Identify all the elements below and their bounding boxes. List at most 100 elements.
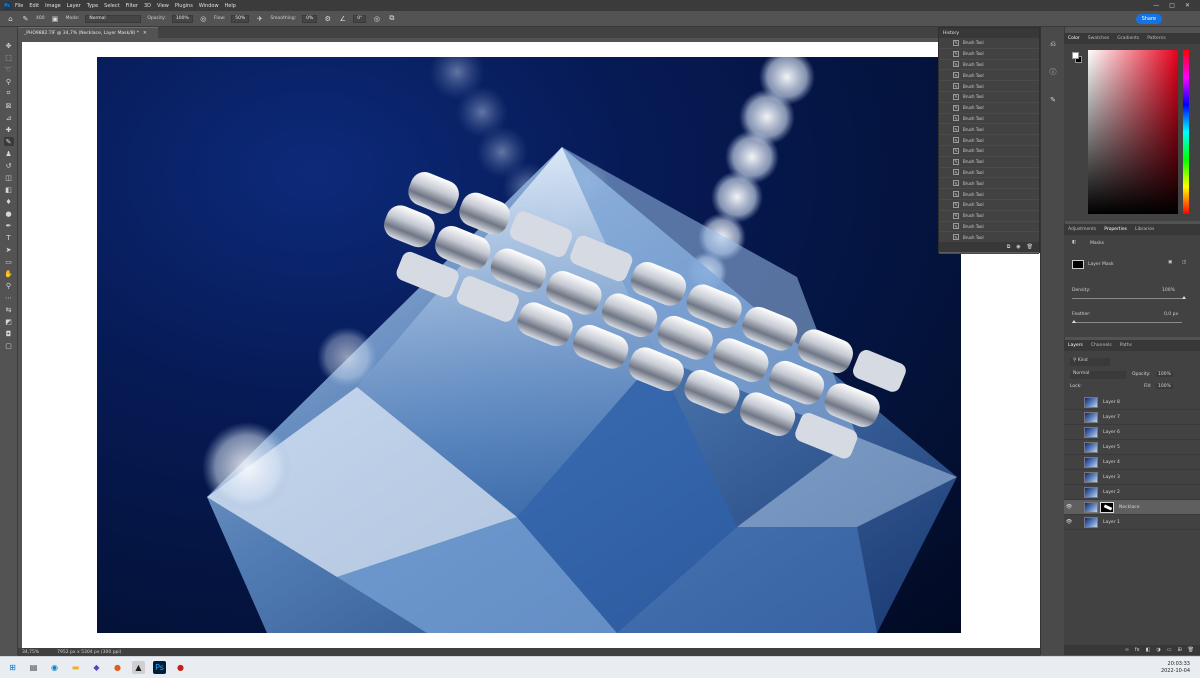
edge-browser-icon[interactable]: ◉: [48, 661, 61, 674]
color-swatches-icon[interactable]: ◩: [4, 317, 14, 326]
quick-select-tool-icon[interactable]: ⚲: [4, 77, 14, 86]
layer-row[interactable]: Layer 4: [1064, 455, 1200, 470]
opacity-input[interactable]: 100%: [171, 14, 193, 23]
shape-tool-icon[interactable]: ▭: [4, 257, 14, 266]
layer-thumbnail[interactable]: [1084, 501, 1098, 513]
history-item[interactable]: ✎ Brush Tool: [939, 81, 1039, 92]
pressure-opacity-icon[interactable]: ◎: [199, 14, 208, 23]
pressure-size-icon[interactable]: ◎: [372, 14, 381, 23]
history-item[interactable]: ✎ Brush Tool: [939, 168, 1039, 179]
density-slider-knob[interactable]: [1182, 296, 1186, 299]
density-value[interactable]: 100%: [1162, 288, 1175, 293]
file-explorer-icon[interactable]: ▬: [69, 661, 82, 674]
layer-row[interactable]: Layer 7: [1064, 410, 1200, 425]
history-item[interactable]: ✎ Brush Tool: [939, 222, 1039, 233]
visibility-eye-icon[interactable]: 👁: [1064, 504, 1074, 510]
app-icon[interactable]: ●: [174, 661, 187, 674]
tab-color[interactable]: Color: [1068, 36, 1080, 41]
new-layer-icon[interactable]: ⊞: [1177, 647, 1181, 653]
layer-mask-thumbnail[interactable]: [1100, 501, 1114, 513]
tab-adjustments[interactable]: Adjustments: [1068, 227, 1096, 232]
history-item[interactable]: ✎ Brush Tool: [939, 49, 1039, 60]
layer-row[interactable]: Layer 3: [1064, 470, 1200, 485]
layer-row[interactable]: Layer 6: [1064, 425, 1200, 440]
flow-input[interactable]: 50%: [231, 14, 250, 23]
app-icon[interactable]: ◆: [90, 661, 103, 674]
tab-libraries[interactable]: Libraries: [1135, 227, 1154, 232]
symmetry-icon[interactable]: ⧉: [387, 14, 396, 23]
marquee-tool-icon[interactable]: ⬚: [4, 53, 14, 62]
add-mask-icon[interactable]: ◧: [1146, 647, 1151, 653]
share-button[interactable]: Share: [1135, 14, 1162, 24]
new-group-icon[interactable]: ▭: [1167, 647, 1172, 653]
eraser-tool-icon[interactable]: ◫: [4, 173, 14, 182]
menu-file[interactable]: File: [15, 3, 23, 9]
history-item[interactable]: ✎ Brush Tool: [939, 92, 1039, 103]
layer-row[interactable]: 👁 Necklace: [1064, 500, 1200, 515]
frame-tool-icon[interactable]: ⊠: [4, 101, 14, 110]
layer-row[interactable]: Layer 2: [1064, 485, 1200, 500]
canvas-photo[interactable]: [97, 57, 961, 633]
hand-tool-icon[interactable]: ✋: [4, 269, 14, 278]
layer-thumbnail[interactable]: [1084, 456, 1098, 468]
blur-tool-icon[interactable]: ♦: [4, 197, 14, 206]
zoom-tool-icon[interactable]: ⚲: [4, 281, 14, 290]
brush-tool-icon[interactable]: ✎: [3, 137, 14, 146]
history-title[interactable]: History: [943, 31, 959, 36]
angle-input[interactable]: 0°: [353, 14, 367, 23]
history-item[interactable]: ✎ Brush Tool: [939, 178, 1039, 190]
tab-properties[interactable]: Properties: [1104, 227, 1127, 232]
tab-patterns[interactable]: Patterns: [1147, 36, 1166, 41]
color-picker-field[interactable]: [1088, 50, 1178, 214]
history-item[interactable]: ✎ Brush Tool: [939, 211, 1039, 222]
history-item[interactable]: ✎ Brush Tool: [939, 157, 1039, 168]
menu-image[interactable]: Image: [45, 3, 61, 9]
zoom-level[interactable]: 34,75%: [22, 650, 39, 655]
history-item[interactable]: ✎ Brush Tool: [939, 38, 1039, 49]
document-tab[interactable]: _PHO9882.TIF @ 34,7% (Necklace, Layer Ma…: [18, 27, 158, 38]
path-select-tool-icon[interactable]: ➤: [4, 245, 14, 254]
history-item[interactable]: ✎ Brush Tool: [939, 70, 1039, 82]
dodge-tool-icon[interactable]: ●: [4, 209, 14, 218]
visibility-eye-icon[interactable]: 👁: [1064, 519, 1074, 525]
history-item[interactable]: ✎ Brush Tool: [939, 146, 1039, 157]
feather-slider[interactable]: [1072, 322, 1182, 323]
history-item[interactable]: ✎ Brush Tool: [939, 103, 1039, 114]
history-item[interactable]: ✎ Brush Tool: [939, 114, 1039, 125]
new-document-from-state-icon[interactable]: ⧉: [1007, 244, 1011, 250]
history-item[interactable]: ✎ Brush Tool: [939, 124, 1039, 136]
crop-tool-icon[interactable]: ⌗: [4, 89, 14, 98]
brush-settings-panel-icon[interactable]: ✎: [1048, 95, 1058, 105]
layer-thumbnail[interactable]: [1084, 441, 1098, 453]
close-tab-icon[interactable]: ✕: [143, 31, 147, 36]
tab-paths[interactable]: Paths: [1120, 343, 1132, 348]
blend-mode-select[interactable]: Normal: [1070, 371, 1126, 379]
history-item[interactable]: ✎ Brush Tool: [939, 189, 1039, 200]
maximize-button[interactable]: □: [1169, 2, 1175, 9]
layer-thumbnail[interactable]: [1084, 486, 1098, 498]
add-vector-mask-icon[interactable]: ◫: [1182, 260, 1186, 265]
layer-thumbnail[interactable]: [1084, 411, 1098, 423]
brush-size[interactable]: 400: [36, 16, 45, 21]
layer-row[interactable]: 👁 Layer 1: [1064, 515, 1200, 530]
layer-thumbnail[interactable]: [1084, 516, 1098, 528]
brush-settings-icon[interactable]: ▣: [51, 14, 60, 23]
mode-select[interactable]: Normal: [85, 14, 142, 23]
move-tool-icon[interactable]: ✥: [4, 41, 14, 50]
link-layers-icon[interactable]: ∞: [1125, 647, 1129, 653]
type-tool-icon[interactable]: T: [4, 233, 14, 242]
gear-icon[interactable]: ⚙: [323, 14, 332, 23]
task-view-icon[interactable]: ▤: [27, 661, 40, 674]
delete-layer-icon[interactable]: 🗑: [1188, 647, 1194, 653]
photoshop-taskbar-icon[interactable]: Ps: [153, 661, 166, 674]
menu-filter[interactable]: Filter: [126, 3, 138, 9]
layer-thumbnail[interactable]: [1084, 396, 1098, 408]
app-icon[interactable]: ▲: [132, 661, 145, 674]
density-slider[interactable]: [1072, 298, 1182, 299]
snapshot-icon[interactable]: ◉: [1016, 244, 1020, 250]
eyedropper-tool-icon[interactable]: ⊿: [4, 113, 14, 122]
clone-stamp-tool-icon[interactable]: ♟: [4, 149, 14, 158]
screen-mode-icon[interactable]: ▢: [4, 341, 14, 350]
close-button[interactable]: ✕: [1185, 2, 1190, 9]
layer-fill-input[interactable]: 100%: [1156, 384, 1173, 389]
